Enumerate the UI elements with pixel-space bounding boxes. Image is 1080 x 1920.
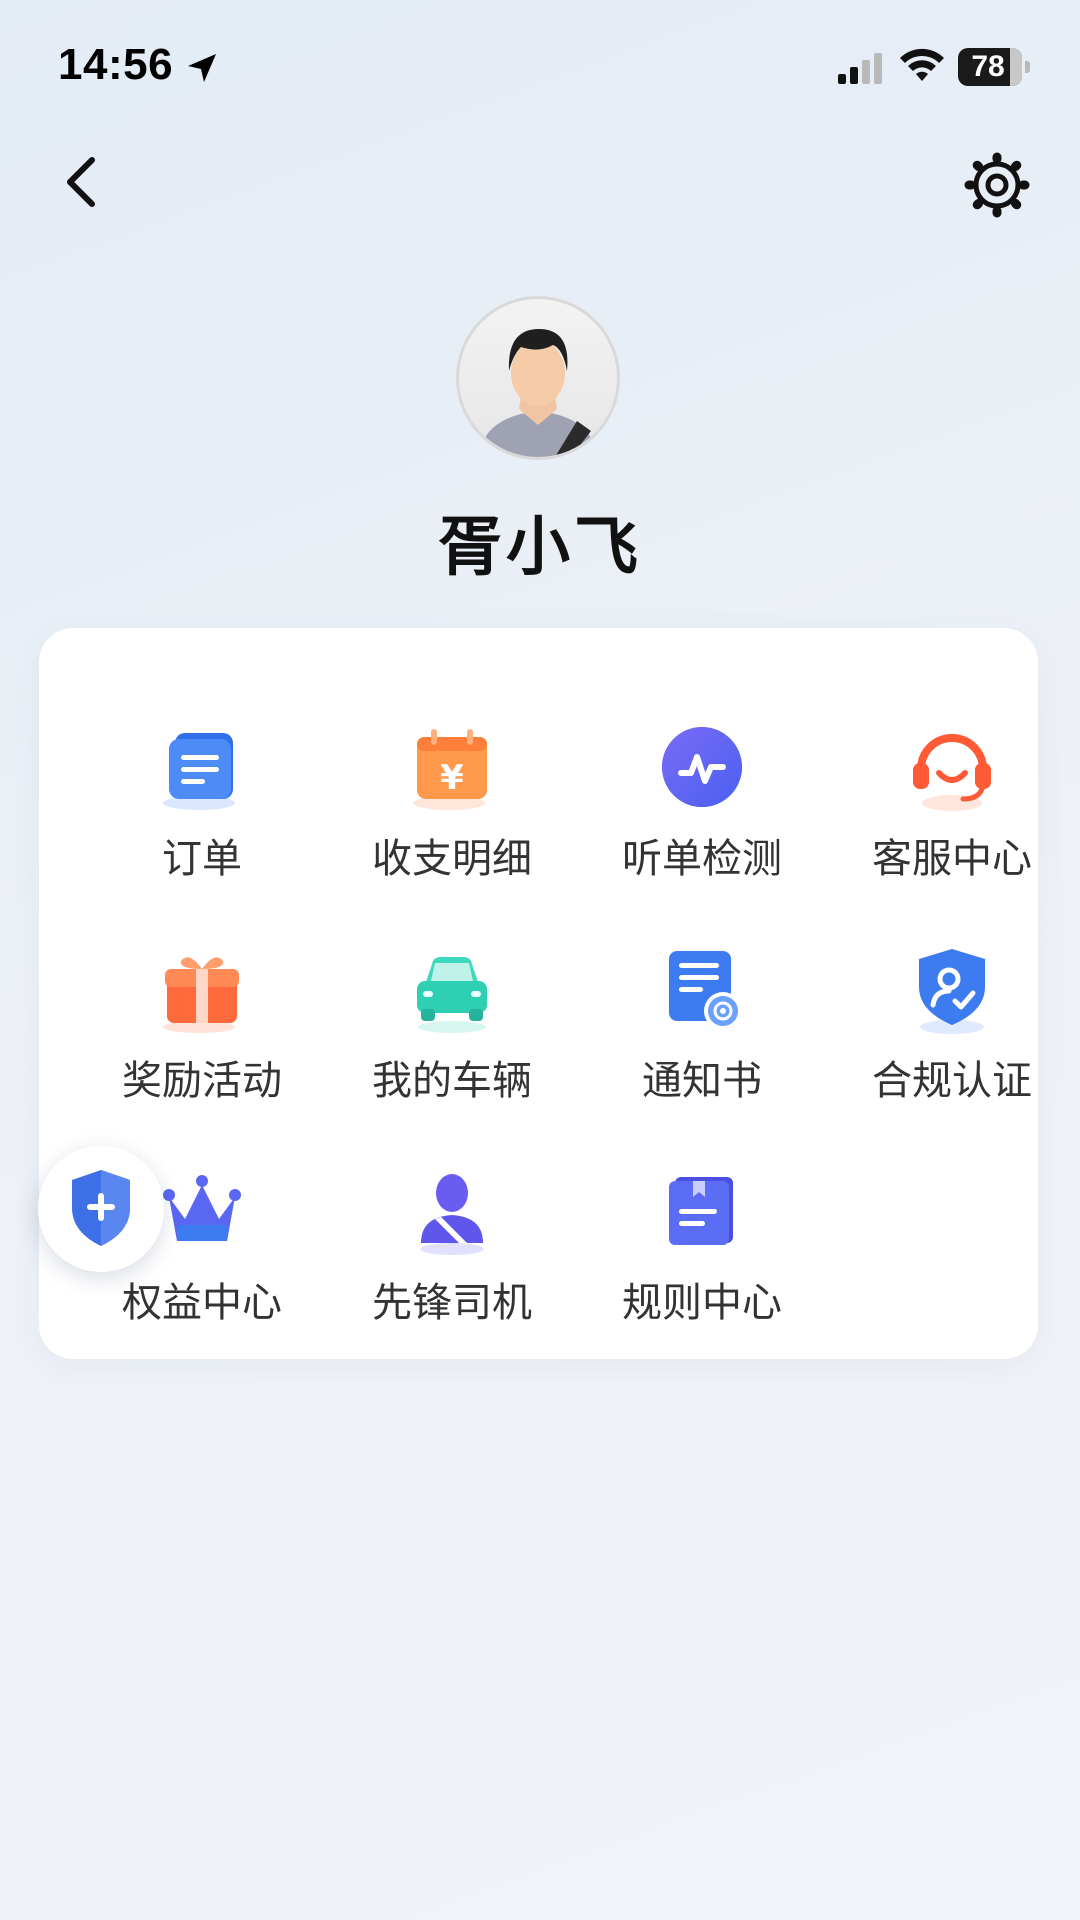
cellular-signal-icon [838, 53, 882, 84]
menu-label: 收支明细 [372, 836, 532, 882]
menu-item-customer-service[interactable]: 客服中心 [827, 668, 1077, 882]
menu-item-rules-center[interactable]: 规则中心 [577, 1112, 827, 1326]
menu-item-compliance-cert[interactable]: 合规认证 [827, 890, 1077, 1104]
crown-icon [163, 1175, 241, 1241]
customer-service-icon [913, 734, 991, 811]
location-arrow-icon [188, 54, 216, 82]
menu-label: 我的车辆 [372, 1058, 532, 1104]
income-expense-icon: ¥ [413, 729, 487, 810]
default-avatar-icon [479, 329, 597, 457]
menu-label: 先锋司机 [372, 1280, 532, 1326]
battery-cap [1025, 61, 1030, 73]
order-icon [163, 733, 235, 810]
menu-item-notice[interactable]: 通知书 [577, 890, 827, 1104]
wifi-icon [900, 48, 944, 81]
menu-item-order-detection[interactable]: 听单检测 [577, 668, 827, 882]
menu-label: 规则中心 [622, 1280, 782, 1326]
settings-gear-icon[interactable] [962, 150, 1032, 220]
menu-label: 听单检测 [622, 836, 782, 882]
menu-item-income-expense[interactable]: ¥ 收支明细 [327, 668, 577, 882]
user-name: 胥小飞 [438, 511, 642, 585]
menu-label: 订单 [162, 836, 242, 882]
battery-level: 78 [971, 50, 1005, 83]
menu-label: 客服中心 [872, 836, 1032, 882]
menu-label: 合规认证 [872, 1058, 1032, 1104]
menu-item-pioneer-driver[interactable]: 先锋司机 [327, 1112, 577, 1326]
status-time: 14:56 [58, 40, 174, 89]
floating-shield-button[interactable] [38, 1146, 164, 1272]
menu-card: 订单 ¥ 收支明细 听单检测 客服中心 奖励活动 我的车辆 通知书 合规认证 权… [39, 628, 1038, 1359]
car-icon [417, 957, 487, 1033]
menu-item-reward-activity[interactable]: 奖励活动 [77, 890, 327, 1104]
shield-plus-icon [72, 1170, 130, 1246]
status-bar: 14:56 78 [0, 0, 1080, 130]
menu-label: 权益中心 [122, 1280, 282, 1326]
pioneer-driver-icon [420, 1174, 484, 1255]
back-arrow-icon[interactable] [52, 150, 116, 214]
rules-book-icon [669, 1177, 733, 1245]
avatar[interactable] [456, 296, 620, 460]
notice-icon [669, 951, 742, 1030]
menu-label: 通知书 [642, 1058, 762, 1104]
order-detection-icon [662, 727, 742, 807]
compliance-shield-icon [919, 949, 985, 1034]
gift-icon [163, 957, 239, 1033]
menu-item-my-vehicle[interactable]: 我的车辆 [327, 890, 577, 1104]
menu-item-order[interactable]: 订单 [77, 668, 327, 882]
battery-indicator: 78 [958, 48, 1030, 86]
svg-text:¥: ¥ [440, 758, 464, 798]
menu-label: 奖励活动 [122, 1058, 282, 1104]
